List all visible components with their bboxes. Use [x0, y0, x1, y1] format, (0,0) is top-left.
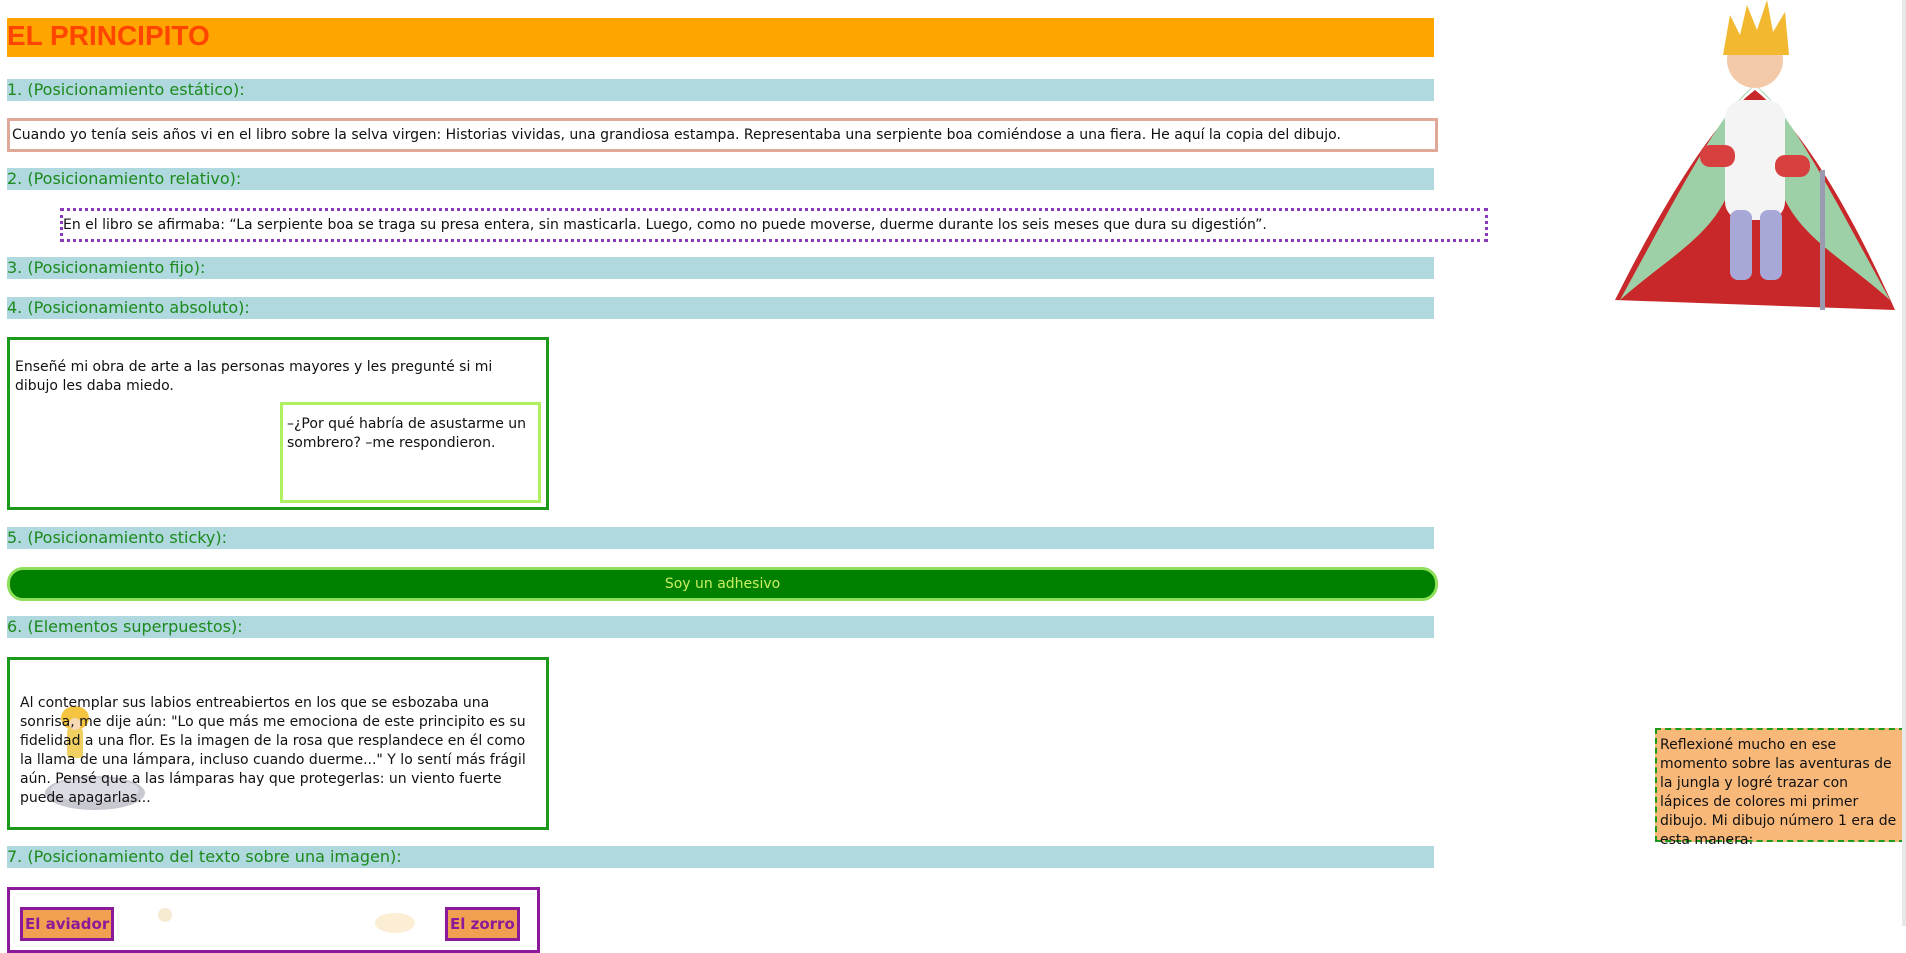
overlap-text: Al contemplar sus labios entreabiertos e…: [20, 695, 526, 806]
relative-box: En el libro se afirmaba: “La serpiente b…: [60, 208, 1488, 242]
section-heading-static: 1. (Posicionamiento estático):: [7, 79, 1434, 101]
absolute-child-text: –¿Por qué habría de asustarme un sombrer…: [287, 416, 526, 451]
page-title: EL PRINCIPITO: [7, 20, 210, 51]
overlap-box: Al contemplar sus labios entreabiertos e…: [7, 657, 549, 830]
section-heading-text-on-image: 7. (Posicionamiento del texto sobre una …: [7, 846, 1434, 868]
label-zorro: El zorro: [445, 907, 520, 941]
scrollbar[interactable]: [1902, 0, 1906, 926]
zorro-image: [375, 913, 415, 933]
absolute-container: Enseñé mi obra de arte a las personas ma…: [7, 337, 549, 510]
static-box: Cuando yo tenía seis años vi en el libro…: [7, 118, 1438, 152]
little-prince-image: [1615, 0, 1895, 310]
absolute-container-text: Enseñé mi obra de arte a las personas ma…: [15, 359, 493, 394]
text-on-image-box: El aviador El zorro: [7, 887, 540, 953]
aviador-image: [158, 908, 172, 922]
section-heading-fixed: 3. (Posicionamiento fijo):: [7, 257, 1434, 279]
section-heading-sticky: 5. (Posicionamiento sticky):: [7, 527, 1434, 549]
section-heading-relative: 2. (Posicionamiento relativo):: [7, 168, 1434, 190]
section-heading-absolute: 4. (Posicionamiento absoluto):: [7, 297, 1434, 319]
label-aviador: El aviador: [20, 907, 115, 941]
section-heading-overlap: 6. (Elementos superpuestos):: [7, 616, 1434, 638]
sticky-bar: Soy un adhesivo: [7, 567, 1438, 601]
title-bar: [7, 18, 1434, 57]
absolute-child-box: –¿Por qué habría de asustarme un sombrer…: [280, 402, 541, 503]
fixed-note: Reflexioné mucho en ese momento sobre la…: [1655, 728, 1905, 848]
